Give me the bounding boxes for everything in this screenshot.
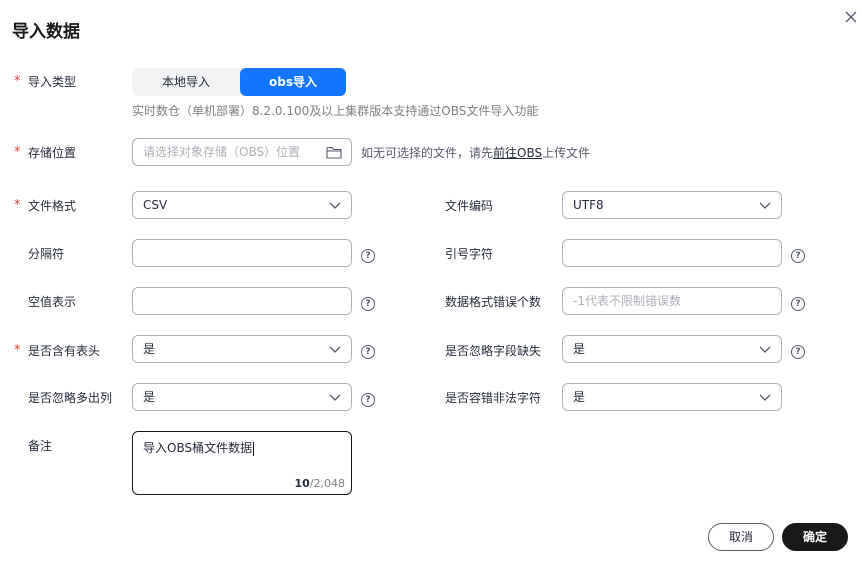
chevron-down-icon: [329, 394, 341, 401]
quote-char-input[interactable]: [562, 239, 782, 267]
storage-label: 存储位置: [28, 146, 77, 160]
help-icon[interactable]: ?: [791, 345, 805, 359]
chevron-down-icon: [329, 202, 341, 209]
tolerate-illegal-label: 是否容错非法字符: [445, 391, 542, 405]
storage-hint: 如无可选择的文件，请先前往OBS上传文件: [361, 145, 590, 161]
required-mark: *: [14, 343, 21, 358]
quote-char-label: 引号字符: [445, 247, 494, 261]
required-mark: *: [14, 145, 21, 160]
file-format-select[interactable]: CSV: [132, 191, 352, 219]
has-header-label: 是否含有表头: [28, 344, 101, 358]
storage-hint-text: 如无可选择的文件，请先: [361, 146, 494, 160]
file-format-value: CSV: [143, 198, 168, 212]
folder-icon[interactable]: [326, 146, 342, 159]
delimiter-label: 分隔符: [28, 247, 65, 261]
file-encoding-select[interactable]: UTF8: [562, 191, 782, 219]
ignore-extra-label: 是否忽略多出列: [28, 391, 113, 405]
char-count: 10: [294, 477, 310, 490]
null-repr-input[interactable]: [132, 287, 352, 315]
has-header-value: 是: [143, 342, 156, 356]
ignore-missing-label: 是否忽略字段缺失: [445, 344, 542, 358]
required-mark: *: [14, 74, 21, 89]
tolerate-illegal-value: 是: [573, 390, 586, 404]
remark-label: 备注: [28, 439, 53, 453]
null-repr-label: 空值表示: [28, 295, 77, 309]
ignore-extra-value: 是: [143, 390, 156, 404]
close-icon[interactable]: [842, 8, 860, 26]
format-errors-label: 数据格式错误个数: [445, 295, 542, 309]
help-icon[interactable]: ?: [361, 345, 375, 359]
remark-value: 导入OBS桶文件数据: [143, 441, 253, 455]
import-type-label: 导入类型: [28, 75, 77, 89]
ignore-missing-select[interactable]: 是: [562, 335, 782, 363]
delimiter-input[interactable]: [132, 239, 352, 267]
help-icon[interactable]: ?: [791, 249, 805, 263]
storage-hint-suffix: 上传文件: [542, 146, 591, 160]
required-mark: *: [14, 198, 21, 213]
import-type-hint: 实时数仓（单机部署）8.2.0.100及以上集群版本支持通过OBS文件导入功能: [132, 104, 539, 118]
help-icon[interactable]: ?: [791, 297, 805, 311]
chevron-down-icon: [329, 346, 341, 353]
text-caret: [253, 441, 255, 456]
tolerate-illegal-select[interactable]: 是: [562, 383, 782, 411]
ignore-extra-select[interactable]: 是: [132, 383, 352, 411]
import-type-segmented: 本地导入 obs导入: [132, 68, 346, 96]
go-to-obs-link[interactable]: 前往OBS: [493, 146, 542, 160]
obs-import-option[interactable]: obs导入: [240, 68, 346, 96]
file-encoding-value: UTF8: [573, 198, 604, 212]
ignore-missing-value: 是: [573, 342, 586, 356]
cancel-button[interactable]: 取消: [708, 523, 774, 551]
help-icon[interactable]: ?: [361, 297, 375, 311]
ok-button[interactable]: 确定: [782, 523, 848, 551]
has-header-select[interactable]: 是: [132, 335, 352, 363]
help-icon[interactable]: ?: [361, 393, 375, 407]
storage-placeholder: 请选择对象存储（OBS）位置: [143, 145, 301, 159]
format-errors-input[interactable]: -1代表不限制错误数: [562, 287, 782, 315]
chevron-down-icon: [759, 346, 771, 353]
chevron-down-icon: [759, 202, 771, 209]
storage-location-input[interactable]: 请选择对象存储（OBS）位置: [132, 138, 352, 166]
format-errors-placeholder: -1代表不限制错误数: [573, 294, 681, 308]
dialog-title: 导入数据: [12, 22, 80, 42]
char-counter: 10/2,048: [294, 477, 345, 490]
char-max: /2,048: [309, 477, 345, 490]
remark-textarea[interactable]: 导入OBS桶文件数据 10/2,048: [132, 431, 352, 495]
file-encoding-label: 文件编码: [445, 199, 494, 213]
chevron-down-icon: [759, 394, 771, 401]
file-format-label: 文件格式: [28, 199, 77, 213]
help-icon[interactable]: ?: [361, 249, 375, 263]
local-import-option[interactable]: 本地导入: [132, 68, 240, 96]
